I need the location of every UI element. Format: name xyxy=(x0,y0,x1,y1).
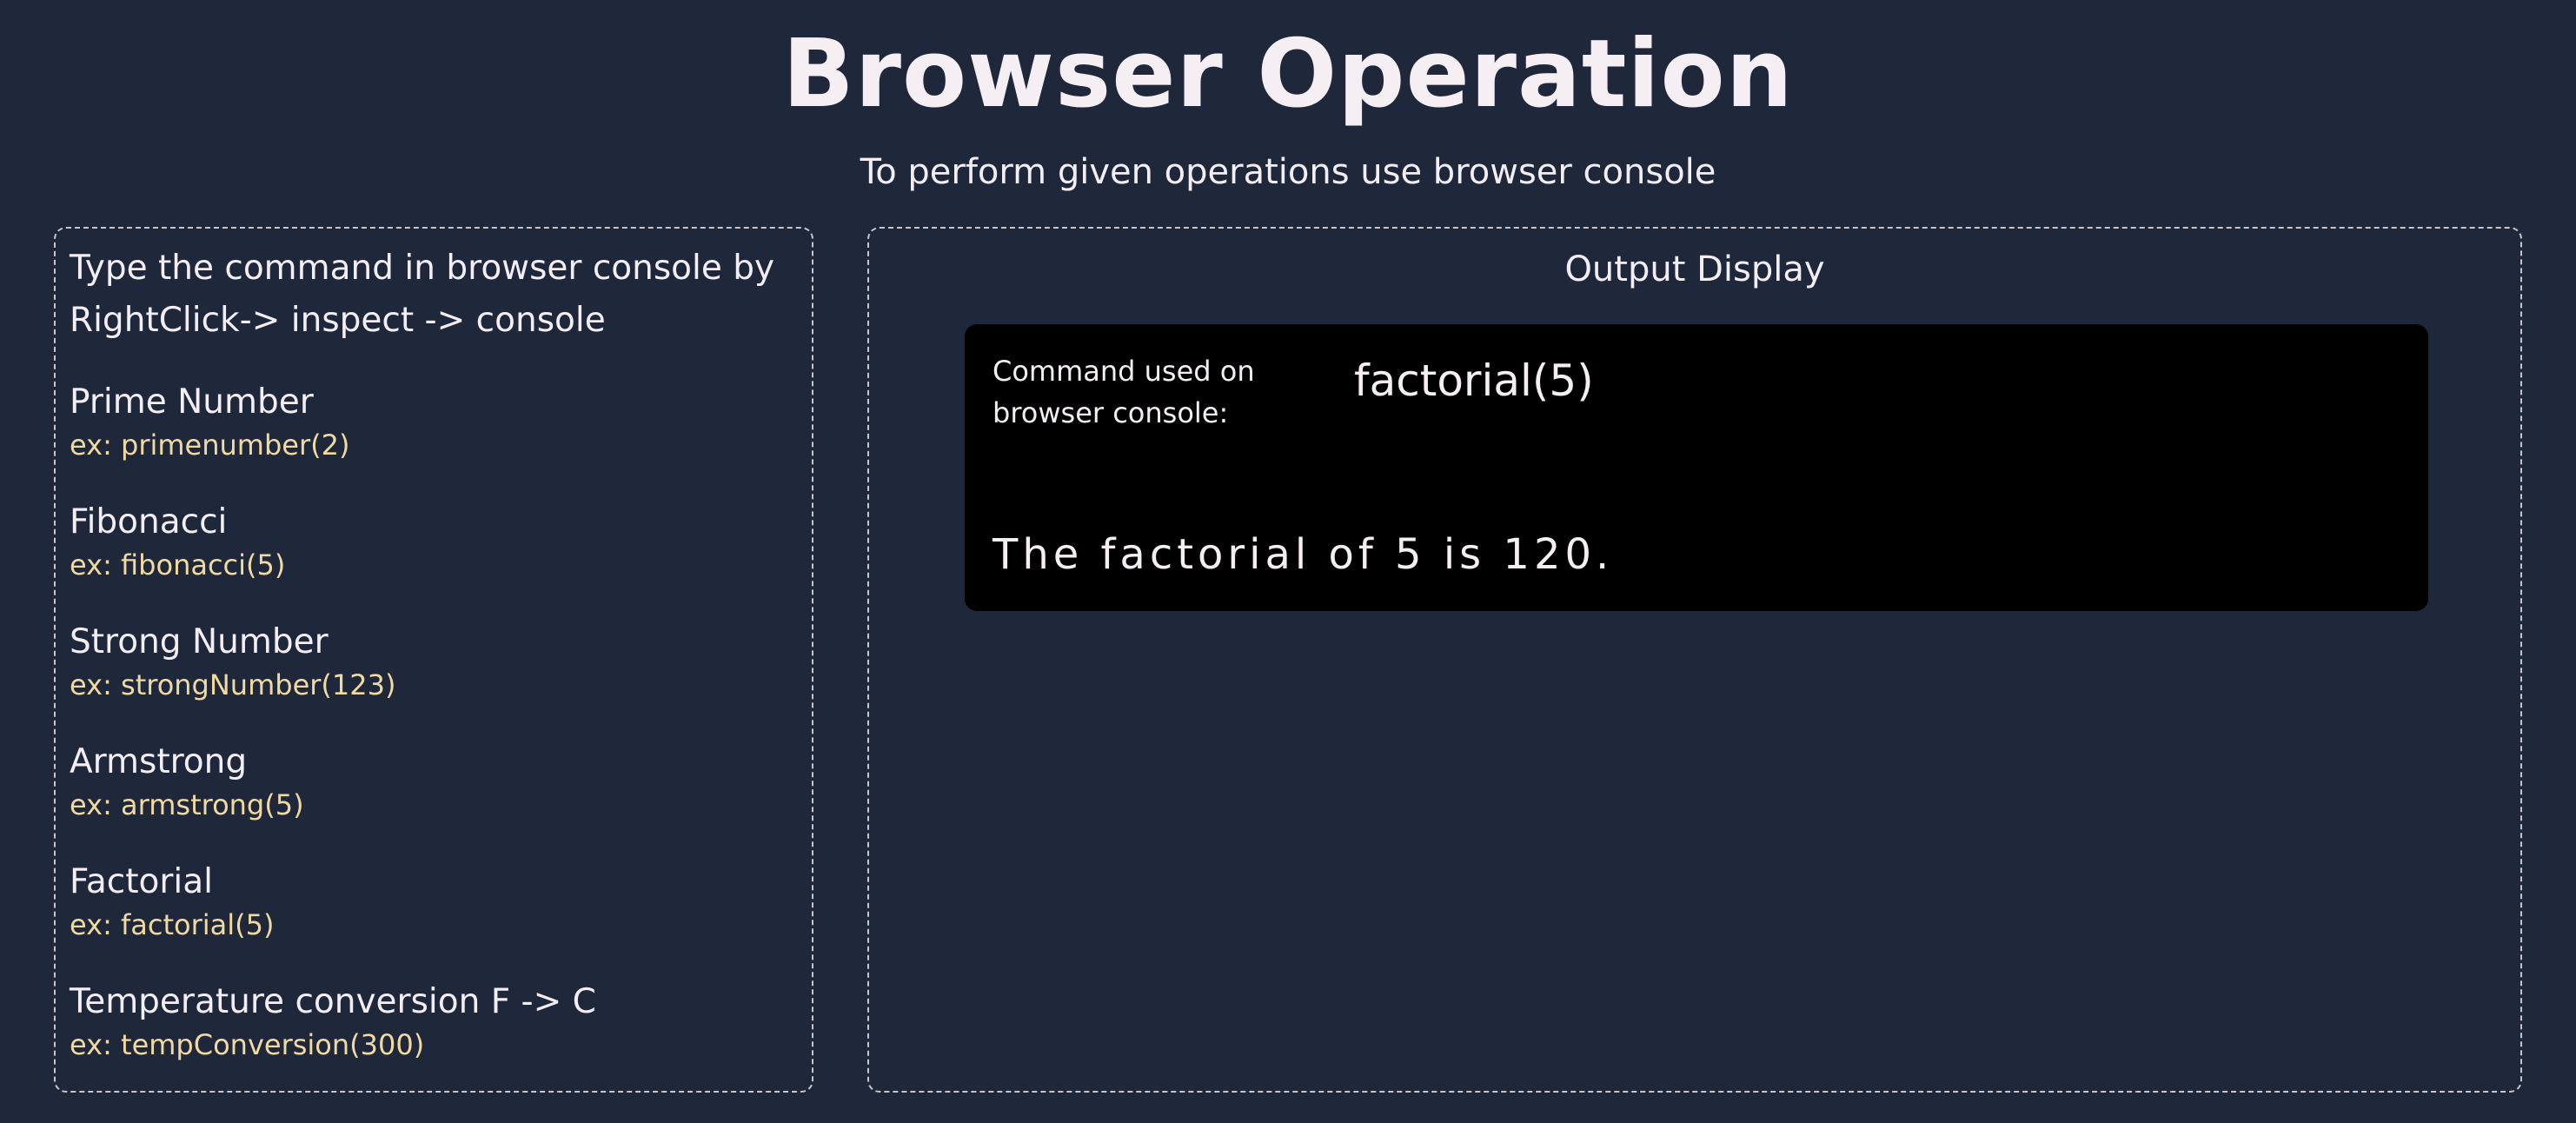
command-value: factorial(5) xyxy=(1354,356,1594,406)
command-label: Command used on browser console: xyxy=(993,355,1255,429)
operation-name: Armstrong xyxy=(70,742,248,781)
operation-item-factorial: Factorial ex: factorial(5) xyxy=(70,860,798,945)
operation-item-prime-number: Prime Number ex: primenumber(2) xyxy=(70,380,798,465)
page-title: Browser Operation xyxy=(782,20,1794,129)
instructions-text: Type the command in browser console by R… xyxy=(70,249,775,340)
operation-item-strong-number: Strong Number ex: strongNumber(123) xyxy=(70,620,798,705)
operation-example: ex: factorial(5) xyxy=(70,908,275,941)
output-panel: Output Display Command used on browser c… xyxy=(867,227,2522,1093)
page-subtitle: To perform given operations use browser … xyxy=(860,152,1716,192)
console-output-box: Command used on browser console: factori… xyxy=(965,324,2428,611)
operation-example: ex: strongNumber(123) xyxy=(70,668,396,701)
operation-name: Strong Number xyxy=(70,622,329,661)
instructions-panel: Type the command in browser console by R… xyxy=(54,227,813,1093)
operation-item-fibonacci: Fibonacci ex: fibonacci(5) xyxy=(70,500,798,585)
operation-name: Prime Number xyxy=(70,382,314,422)
operation-item-armstrong: Armstrong ex: armstrong(5) xyxy=(70,740,798,825)
operation-example: ex: armstrong(5) xyxy=(70,788,304,821)
operation-example: ex: fibonacci(5) xyxy=(70,548,286,581)
result-text: The factorial of 5 is 120. xyxy=(993,530,1614,579)
operation-name: Temperature conversion F -> C xyxy=(70,982,596,1021)
operation-example: ex: primenumber(2) xyxy=(70,429,350,462)
operation-name: Fibonacci xyxy=(70,502,228,542)
operation-name: Factorial xyxy=(70,862,213,901)
operation-example: ex: tempConversion(300) xyxy=(70,1028,425,1061)
output-panel-title: Output Display xyxy=(1564,249,1825,289)
operation-item-temperature-conversion: Temperature conversion F -> C ex: tempCo… xyxy=(70,980,798,1065)
